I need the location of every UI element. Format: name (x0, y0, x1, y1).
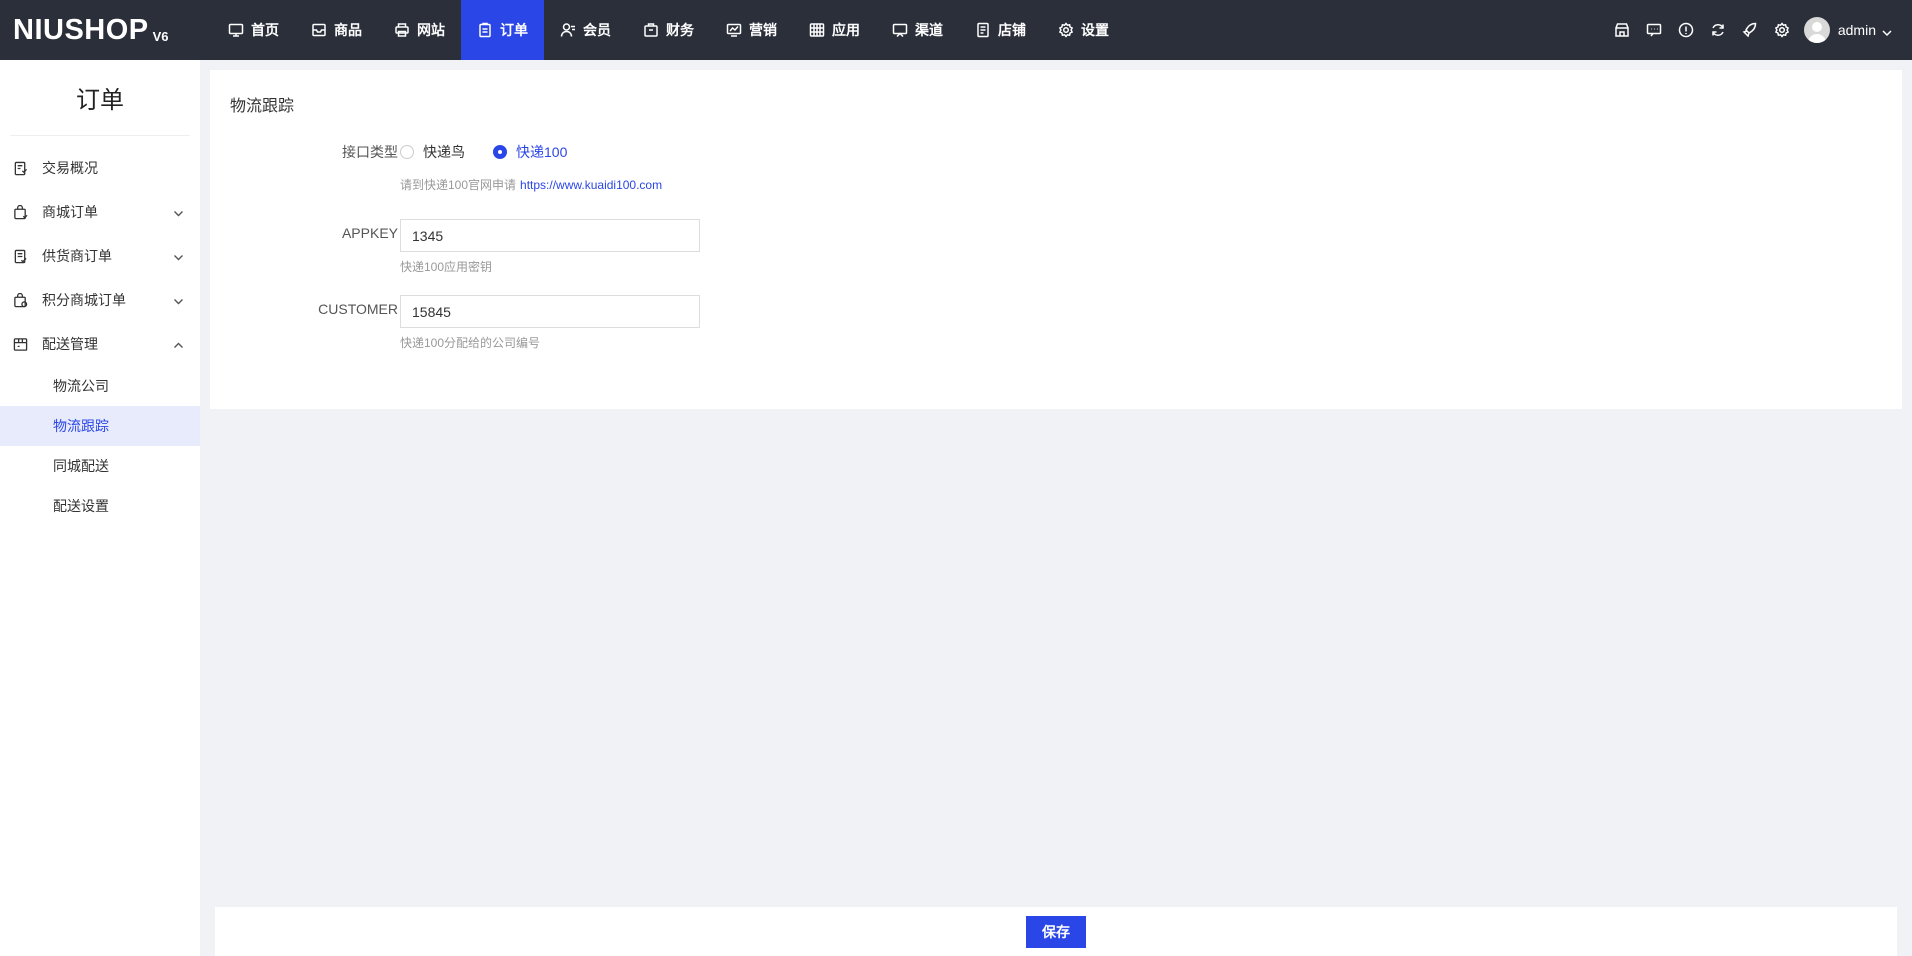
nav-store[interactable]: 店铺 (959, 0, 1042, 60)
nav-settings[interactable]: 设置 (1042, 0, 1125, 60)
appkey-hint: 快递100应用密钥 (400, 260, 493, 274)
top-navigation-bar: NIUSHOP V6 首页 商品 网站 订单 会员 财务 营销 应用 渠道 店铺… (0, 0, 1912, 60)
sidebar-title: 订单 (10, 60, 190, 136)
hint-text: 请到快递100官网申请 (400, 178, 517, 192)
customer-label: CUSTOMER (318, 301, 398, 317)
nav-channels[interactable]: 渠道 (876, 0, 959, 60)
radio-label: 快递鸟 (423, 144, 465, 160)
chart-icon (726, 23, 742, 37)
document-icon (977, 22, 989, 38)
sidebar-item-label: 供货商订单 (42, 248, 112, 264)
message-icon[interactable] (1646, 22, 1662, 38)
nav-label: 应用 (832, 22, 860, 38)
sidebar-item-label: 交易概况 (42, 160, 98, 176)
sidebar-item-delivery[interactable]: 配送管理 (0, 322, 200, 366)
sidebar-subitem-logistics-company[interactable]: 物流公司 (0, 366, 200, 406)
settings-gear-icon[interactable] (1774, 22, 1790, 38)
nav-label: 店铺 (998, 22, 1026, 38)
nav-website[interactable]: 网站 (378, 0, 461, 60)
nav-label: 商品 (334, 22, 362, 38)
main-nav: 首页 商品 网站 订单 会员 财务 营销 应用 渠道 店铺 设置 (212, 0, 1125, 60)
logistics-tracking-form: 物流跟踪 接口类型 快递鸟 快递100 请到快递100官网申请 https://w… (210, 70, 1902, 409)
chevron-down-icon (173, 250, 184, 261)
sidebar-subitem-delivery-settings[interactable]: 配送设置 (0, 486, 200, 526)
sidebar-item-label: 商城订单 (42, 204, 98, 220)
chevron-down-icon (1882, 25, 1892, 37)
sidebar-subitem-local-delivery[interactable]: 同城配送 (0, 446, 200, 486)
sidebar-item-label: 积分商城订单 (42, 292, 126, 308)
gear-icon (1058, 22, 1074, 38)
supplier-icon (14, 249, 27, 263)
logo-version: V6 (152, 28, 169, 44)
chevron-down-icon (173, 206, 184, 217)
inbox-icon (312, 23, 326, 37)
radio-label: 快递100 (516, 144, 568, 160)
user-menu[interactable]: admin (1803, 17, 1892, 43)
top-right-tools: admin (1598, 0, 1892, 60)
nav-apps[interactable]: 应用 (793, 0, 876, 60)
nav-label: 网站 (417, 22, 445, 38)
radio-kuaidi100[interactable]: 快递100 (493, 142, 567, 162)
delivery-icon (13, 337, 28, 351)
chevron-up-icon (173, 338, 184, 349)
grid-icon (809, 23, 825, 37)
display-icon (892, 23, 908, 38)
nav-label: 会员 (583, 22, 611, 38)
sidebar-item-label: 配送管理 (42, 336, 98, 352)
username: admin (1837, 22, 1876, 38)
nav-goods[interactable]: 商品 (295, 0, 378, 60)
rocket-icon[interactable] (1742, 22, 1758, 38)
monitor-icon (228, 23, 244, 37)
sidebar-menu: 交易概况 商城订单 供货商订单 积分商城订单 配送管理 物流公司 物流跟踪 同城… (0, 146, 200, 526)
chevron-down-icon (173, 294, 184, 305)
nav-label: 设置 (1081, 22, 1109, 38)
bag-icon (14, 204, 28, 219)
radio-kdniao[interactable]: 快递鸟 (400, 142, 465, 162)
nav-finance[interactable]: 财务 (627, 0, 710, 60)
clipboard-icon (479, 22, 491, 38)
customer-input[interactable] (400, 295, 700, 328)
sidebar-item-overview[interactable]: 交易概况 (0, 146, 200, 190)
sidebar-item-points-orders[interactable]: 积分商城订单 (0, 278, 200, 322)
save-button[interactable]: 保存 (1026, 915, 1086, 948)
report-icon (14, 161, 28, 175)
nav-marketing[interactable]: 营销 (710, 0, 793, 60)
interface-hint: 请到快递100官网申请 https://www.kuaidi100.com (400, 176, 662, 193)
logo[interactable]: NIUSHOP V6 (0, 0, 212, 60)
nav-label: 订单 (500, 22, 528, 38)
sidebar-item-supplier-orders[interactable]: 供货商订单 (0, 234, 200, 278)
footer-bar: 保存 (215, 907, 1897, 956)
avatar (1803, 17, 1830, 43)
sidebar-item-mall-orders[interactable]: 商城订单 (0, 190, 200, 234)
nav-label: 首页 (251, 22, 279, 38)
refresh-icon[interactable] (1710, 22, 1726, 38)
sidebar-subitem-logistics-tracking[interactable]: 物流跟踪 (0, 406, 200, 446)
nav-members[interactable]: 会员 (544, 0, 627, 60)
box-icon (644, 23, 658, 37)
customer-hint: 快递100分配给的公司编号 (400, 336, 541, 350)
sidebar: 订单 交易概况 商城订单 供货商订单 积分商城订单 配送管理 物流公司 物流跟踪… (0, 60, 200, 956)
appkey-label: APPKEY (341, 225, 398, 241)
store-icon[interactable] (1614, 22, 1630, 38)
printer-icon (395, 23, 409, 37)
info-icon[interactable] (1678, 22, 1694, 38)
appkey-input[interactable] (400, 219, 700, 252)
radio-circle (493, 145, 507, 159)
nav-label: 营销 (749, 22, 777, 38)
points-icon (14, 292, 28, 307)
nav-label: 财务 (666, 22, 694, 38)
logo-text: NIUSHOP (13, 13, 149, 46)
kuaidi100-link[interactable]: https://www.kuaidi100.com (520, 178, 662, 192)
nav-label: 渠道 (915, 22, 943, 38)
nav-orders[interactable]: 订单 (461, 0, 544, 60)
user-icon (560, 23, 575, 37)
radio-circle (400, 145, 414, 159)
page-title: 物流跟踪 (230, 98, 295, 115)
interface-type-label: 接口类型 (342, 144, 398, 160)
nav-home[interactable]: 首页 (212, 0, 295, 60)
